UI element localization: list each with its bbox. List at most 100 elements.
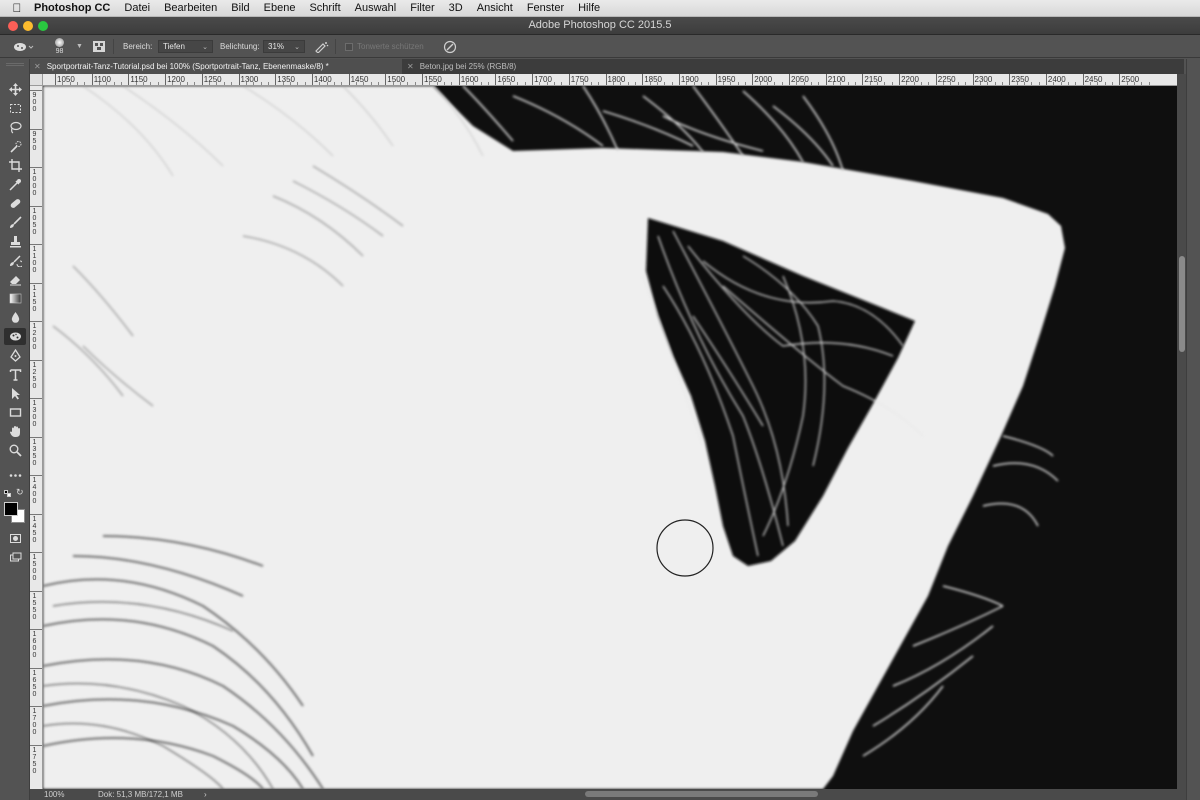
move-tool[interactable] xyxy=(4,81,26,98)
ruler-minor-tick xyxy=(289,82,291,85)
move-icon xyxy=(8,83,22,96)
menu-auswahl[interactable]: Auswahl xyxy=(348,2,404,14)
apple-menu-icon[interactable]:  xyxy=(0,1,34,15)
status-menu-arrow[interactable]: › xyxy=(204,790,207,799)
ruler-minor-tick xyxy=(722,82,724,85)
brush-settings-panel-button[interactable] xyxy=(92,35,106,58)
gradient-icon xyxy=(9,293,21,304)
pressure-size-button[interactable] xyxy=(443,35,457,58)
horizontal-scrollbar-thumb[interactable] xyxy=(585,791,818,797)
water-drop-icon xyxy=(11,312,19,323)
brush-dropdown-chevron-icon[interactable]: ▼ xyxy=(73,35,83,58)
quick-mask-button[interactable] xyxy=(4,530,26,547)
ruler-minor-tick xyxy=(209,82,211,85)
close-tab-icon[interactable]: ✕ xyxy=(34,62,41,71)
zoom-tool[interactable] xyxy=(4,442,26,459)
crop-tool[interactable] xyxy=(4,157,26,174)
ruler-minor-tick xyxy=(157,82,159,85)
ruler-major-tick xyxy=(862,74,864,85)
tool-preset-picker[interactable] xyxy=(12,35,34,58)
clone-stamp-tool[interactable] xyxy=(4,233,26,250)
menu-schrift[interactable]: Schrift xyxy=(302,2,347,14)
pen-tool[interactable] xyxy=(4,347,26,364)
tab-beton[interactable]: ✕ Beton.jpg bei 25% (RGB/8) xyxy=(403,59,553,74)
screen-mode-button[interactable] xyxy=(4,549,26,566)
ruler-origin[interactable] xyxy=(30,74,43,86)
menu-ansicht[interactable]: Ansicht xyxy=(470,2,520,14)
blur-tool[interactable] xyxy=(4,309,26,326)
foreground-color-swatch[interactable] xyxy=(4,502,18,516)
ruler-minor-tick xyxy=(774,82,776,85)
quick-selection-tool[interactable] xyxy=(4,138,26,155)
menu-fenster[interactable]: Fenster xyxy=(520,2,571,14)
path-selection-tool[interactable] xyxy=(4,385,26,402)
protect-tones-checkbox[interactable]: Tonwerte schützen xyxy=(345,35,424,58)
close-tab-icon[interactable]: ✕ xyxy=(407,62,414,71)
menu-3d[interactable]: 3D xyxy=(442,2,470,14)
brush-panel-icon xyxy=(93,41,105,52)
stamp-icon xyxy=(9,236,21,248)
type-tool[interactable] xyxy=(4,366,26,383)
airbrush-toggle-button[interactable] xyxy=(314,35,329,58)
brush-tool[interactable] xyxy=(4,214,26,231)
hand-tool[interactable] xyxy=(4,423,26,440)
menu-datei[interactable]: Datei xyxy=(117,2,157,14)
ruler-major-tick xyxy=(458,74,460,85)
brush-size-label: 98 xyxy=(55,48,64,55)
ruler-minor-tick xyxy=(884,82,886,85)
vertical-scrollbar-thumb[interactable] xyxy=(1179,256,1185,352)
ruler-major-tick xyxy=(91,74,93,85)
rectangular-marquee-icon xyxy=(9,104,21,113)
bandage-icon xyxy=(10,199,20,208)
zoom-level[interactable]: 100% xyxy=(44,790,64,799)
tab-sportportrait[interactable]: ✕ Sportportrait-Tanz-Tutorial.psd bei 10… xyxy=(30,59,402,74)
ruler-minor-tick xyxy=(429,82,431,85)
ruler-minor-tick xyxy=(407,82,409,85)
lasso-tool[interactable] xyxy=(4,119,26,136)
ruler-tick-label: 1200 xyxy=(32,323,37,351)
gradient-tool[interactable] xyxy=(4,290,26,307)
ruler-minor-tick xyxy=(1060,82,1062,85)
eraser-tool[interactable] xyxy=(4,271,26,288)
brush-preset-picker[interactable]: 98 xyxy=(55,35,64,58)
healing-brush-tool[interactable] xyxy=(4,195,26,212)
screen-mode-icon xyxy=(9,552,21,562)
ruler-minor-tick xyxy=(1111,82,1113,85)
ruler-minor-tick xyxy=(297,82,299,85)
tab-label: Beton.jpg bei 25% (RGB/8) xyxy=(419,62,517,71)
ruler-minor-tick xyxy=(744,82,746,85)
ruler-minor-tick xyxy=(906,82,908,85)
sponge-tool[interactable] xyxy=(4,328,26,345)
rectangle-tool[interactable] xyxy=(4,404,26,421)
ruler-minor-tick xyxy=(1023,82,1025,85)
ruler-minor-tick xyxy=(766,82,768,85)
range-dropdown[interactable]: Tiefen ⌄ xyxy=(158,35,213,58)
swap-colors-icon[interactable]: ↻ xyxy=(16,487,24,498)
ruler-major-tick xyxy=(752,74,754,85)
vertical-scrollbar[interactable] xyxy=(1177,74,1186,789)
toolbar-grip[interactable] xyxy=(6,63,24,66)
menu-bearbeiten[interactable]: Bearbeiten xyxy=(157,2,224,14)
ruler-tick-label: 1050 xyxy=(32,207,37,236)
menu-filter[interactable]: Filter xyxy=(403,2,441,14)
more-tools[interactable] xyxy=(4,467,26,484)
ruler-tick-label: 1250 xyxy=(203,75,222,84)
ruler-major-tick xyxy=(678,74,680,85)
menu-bild[interactable]: Bild xyxy=(224,2,256,14)
ruler-minor-tick xyxy=(77,82,79,85)
eyedropper-tool[interactable] xyxy=(4,176,26,193)
history-brush-tool[interactable] xyxy=(4,252,26,269)
menu-app-name[interactable]: Photoshop CC xyxy=(34,2,117,14)
marquee-tool[interactable] xyxy=(4,100,26,117)
default-colors-icon[interactable] xyxy=(4,490,11,497)
menu-hilfe[interactable]: Hilfe xyxy=(571,2,607,14)
document-canvas[interactable] xyxy=(43,86,1177,789)
ruler-tick-label: 1650 xyxy=(32,669,37,698)
ruler-minor-tick xyxy=(466,82,468,85)
exposure-field[interactable]: 31% ⌄ xyxy=(263,35,305,58)
ruler-tick-label: 1100 xyxy=(93,75,111,84)
ruler-tick-label: 1050 xyxy=(57,75,75,84)
ruler-tick-label: 1350 xyxy=(277,75,295,84)
menu-ebene[interactable]: Ebene xyxy=(257,2,303,14)
ruler-minor-tick xyxy=(488,82,490,85)
